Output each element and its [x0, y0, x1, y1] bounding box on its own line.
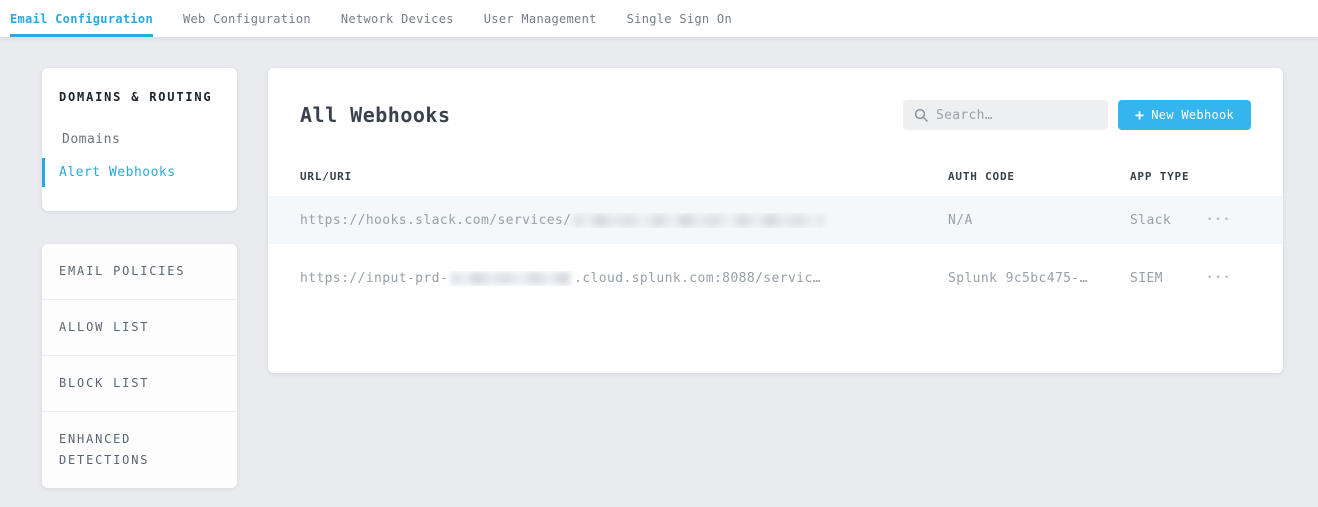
- table-row[interactable]: https://hooks.slack.com/services/ N/A Sl…: [268, 196, 1283, 244]
- sidebar: DOMAINS & ROUTING Domains Alert Webhooks…: [42, 68, 237, 488]
- app-type-cell: Slack: [1130, 213, 1207, 228]
- column-header-app-type: APP TYPE: [1130, 170, 1207, 183]
- redacted-url-segment: [451, 272, 571, 285]
- tab-user-management[interactable]: User Management: [484, 0, 597, 37]
- sidebar-item-enhanced-detections[interactable]: ENHANCED DETECTIONS: [42, 412, 237, 488]
- webhooks-header: All Webhooks + New Webhook: [300, 100, 1251, 130]
- webhook-url-cell: https://hooks.slack.com/services/: [300, 213, 948, 228]
- page-title: All Webhooks: [300, 103, 451, 127]
- new-webhook-button-label: New Webhook: [1151, 108, 1234, 122]
- plus-icon: +: [1135, 108, 1144, 123]
- auth-code-cell: N/A: [948, 213, 1130, 228]
- sidebar-item-email-policies[interactable]: EMAIL POLICIES: [42, 244, 237, 300]
- sidebar-item-block-list[interactable]: BLOCK LIST: [42, 356, 237, 412]
- auth-code-cell: Splunk 9c5bc475-…: [948, 271, 1130, 286]
- column-header-auth-code: AUTH CODE: [948, 170, 1130, 183]
- policy-sections-card: EMAIL POLICIES ALLOW LIST BLOCK LIST ENH…: [42, 244, 237, 488]
- webhook-url-prefix: https://input-prd-: [300, 271, 448, 286]
- webhooks-panel: All Webhooks + New Webhook URL/URI: [268, 68, 1283, 373]
- row-actions-menu-icon[interactable]: •••: [1207, 215, 1251, 225]
- page-body: DOMAINS & ROUTING Domains Alert Webhooks…: [0, 37, 1318, 488]
- redacted-url-segment: [574, 214, 824, 227]
- new-webhook-button[interactable]: + New Webhook: [1118, 100, 1251, 130]
- webhook-url-prefix: https://hooks.slack.com/services/: [300, 213, 571, 228]
- top-navigation: Email Configuration Web Configuration Ne…: [0, 0, 1318, 37]
- search-input[interactable]: [936, 108, 1097, 123]
- tab-email-configuration[interactable]: Email Configuration: [10, 0, 153, 37]
- app-type-cell: SIEM: [1130, 271, 1207, 286]
- search-box[interactable]: [903, 100, 1108, 130]
- table-header-row: URL/URI AUTH CODE APP TYPE: [268, 168, 1283, 184]
- domains-routing-header: DOMAINS & ROUTING: [42, 90, 237, 104]
- tab-web-configuration[interactable]: Web Configuration: [183, 0, 311, 37]
- sidebar-item-alert-webhooks[interactable]: Alert Webhooks: [42, 158, 237, 187]
- webhook-url-cell: https://input-prd- .cloud.splunk.com:808…: [300, 271, 948, 286]
- row-actions-menu-icon[interactable]: •••: [1207, 273, 1251, 283]
- search-icon: [914, 108, 928, 122]
- webhooks-table: URL/URI AUTH CODE APP TYPE https://hooks…: [268, 168, 1283, 302]
- column-header-url: URL/URI: [300, 170, 948, 183]
- table-row[interactable]: https://input-prd- .cloud.splunk.com:808…: [268, 254, 1283, 302]
- domains-routing-card: DOMAINS & ROUTING Domains Alert Webhooks: [42, 68, 237, 211]
- sidebar-item-allow-list[interactable]: ALLOW LIST: [42, 300, 237, 356]
- tab-single-sign-on[interactable]: Single Sign On: [627, 0, 732, 37]
- sidebar-item-domains[interactable]: Domains: [42, 125, 237, 154]
- header-actions: + New Webhook: [903, 100, 1251, 130]
- webhook-url-suffix: .cloud.splunk.com:8088/servic…: [574, 271, 821, 286]
- tab-network-devices[interactable]: Network Devices: [341, 0, 454, 37]
